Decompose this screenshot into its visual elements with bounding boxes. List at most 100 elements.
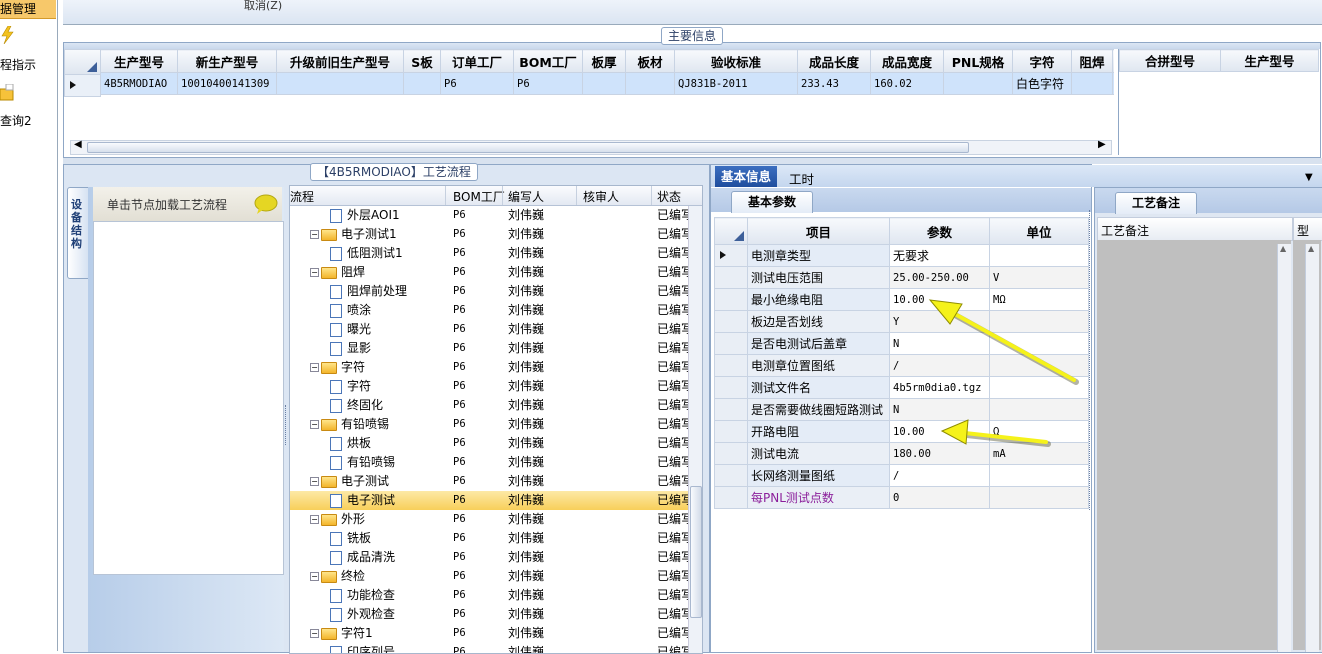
main-cell[interactable]: P6: [514, 73, 583, 95]
tree-node[interactable]: 低阻测试1P6刘伟巍已编写: [290, 244, 688, 263]
tree-node[interactable]: 有铅喷锡P6刘伟巍已编写: [290, 453, 688, 472]
tab-process-notes[interactable]: 工艺备注: [1115, 192, 1197, 214]
tree-node[interactable]: 外层AOI1P6刘伟巍已编写: [290, 206, 688, 225]
collapse-icon[interactable]: −: [310, 420, 319, 429]
tree-node[interactable]: 阻焊前处理P6刘伟巍已编写: [290, 282, 688, 301]
main-col-header[interactable]: PNL规格: [944, 50, 1013, 73]
main-col-header[interactable]: 终端客户代码: [1113, 50, 1115, 73]
collapse-icon[interactable]: −: [310, 268, 319, 277]
notes-vertical-scrollbar[interactable]: ▲: [1277, 244, 1291, 652]
row-header[interactable]: [715, 443, 748, 465]
row-pointer[interactable]: [64, 74, 101, 97]
tree-node[interactable]: 外观检查P6刘伟巍已编写: [290, 605, 688, 624]
scroll-thumb[interactable]: [690, 486, 702, 618]
col-item[interactable]: 项目: [748, 218, 890, 245]
main-col-header[interactable]: 字符: [1013, 50, 1072, 73]
tree-node[interactable]: 显影P6刘伟巍已编写: [290, 339, 688, 358]
scroll-left-icon[interactable]: ◀: [74, 139, 82, 150]
main-cell[interactable]: 4B5RMODIAO: [101, 73, 178, 95]
main-col-header[interactable]: 生产型号: [101, 50, 178, 73]
tree-node[interactable]: −字符1P6刘伟巍已编写: [290, 624, 688, 643]
main-cell[interactable]: [404, 73, 441, 95]
main-cell[interactable]: 10010400141309: [178, 73, 277, 95]
select-all-corner[interactable]: [64, 49, 101, 75]
main-cell[interactable]: QJ831B-2011: [675, 73, 798, 95]
tab-work-hours[interactable]: 工时: [789, 169, 814, 188]
tree-node[interactable]: −外形P6刘伟巍已编写: [290, 510, 688, 529]
param-value[interactable]: /: [890, 465, 990, 487]
col-status[interactable]: 状态: [657, 188, 681, 205]
main-cell[interactable]: [626, 73, 675, 95]
col-unit[interactable]: 单位: [990, 218, 1089, 245]
main-col-header[interactable]: 阻焊: [1072, 50, 1113, 73]
tree-node[interactable]: 功能检查P6刘伟巍已编写: [290, 586, 688, 605]
col-author[interactable]: 编写人: [508, 188, 544, 205]
dropdown-arrow-icon[interactable]: ▼: [1305, 172, 1313, 183]
main-col-header[interactable]: 板厚: [583, 50, 626, 73]
main-cell[interactable]: 233.43: [798, 73, 871, 95]
scroll-thumb[interactable]: [87, 142, 969, 153]
param-value[interactable]: 无要求: [890, 245, 990, 267]
scroll-up-icon[interactable]: ▲: [1308, 244, 1314, 253]
row-header[interactable]: [715, 377, 748, 399]
main-col-header[interactable]: 成品宽度: [871, 50, 944, 73]
col-process-notes[interactable]: 工艺备注: [1101, 222, 1149, 239]
subtab-basic-params[interactable]: 基本参数: [731, 191, 813, 213]
tree-node[interactable]: 烘板P6刘伟巍已编写: [290, 434, 688, 453]
col-reviewer[interactable]: 核审人: [583, 188, 619, 205]
main-cell[interactable]: P6: [441, 73, 514, 95]
tree-node[interactable]: −电子测试1P6刘伟巍已编写: [290, 225, 688, 244]
notes2-vertical-scrollbar[interactable]: ▲: [1305, 244, 1319, 652]
main-col-header[interactable]: 订单工厂: [441, 50, 514, 73]
col-type[interactable]: 型: [1297, 222, 1309, 239]
main-cell[interactable]: 160.02: [871, 73, 944, 95]
tree-node[interactable]: −电子测试P6刘伟巍已编写: [290, 472, 688, 491]
main-col-header[interactable]: 验收标准: [675, 50, 798, 73]
horizontal-scrollbar[interactable]: ◀ ▶: [70, 140, 1112, 155]
row-header[interactable]: [715, 245, 748, 267]
col-param[interactable]: 参数: [890, 218, 990, 245]
nav-item-process[interactable]: 程指示: [0, 56, 56, 73]
collapse-icon[interactable]: −: [310, 363, 319, 372]
collapse-icon[interactable]: −: [310, 629, 319, 638]
nav-item-query[interactable]: 查询2: [0, 112, 56, 129]
tree-node[interactable]: −阻焊P6刘伟巍已编写: [290, 263, 688, 282]
tree-vertical-scrollbar[interactable]: [688, 206, 702, 653]
nav-item-data-management[interactable]: 据管理: [0, 0, 56, 19]
row-header[interactable]: [715, 465, 748, 487]
scroll-right-icon[interactable]: ▶: [1098, 139, 1106, 150]
main-cell[interactable]: [277, 73, 404, 95]
row-header[interactable]: [715, 355, 748, 377]
param-value[interactable]: 0: [890, 487, 990, 509]
table-row[interactable]: 电测章类型无要求: [715, 245, 1089, 267]
notes-body[interactable]: [1097, 240, 1291, 650]
tree-node[interactable]: 铣板P6刘伟巍已编写: [290, 529, 688, 548]
tree-node[interactable]: −有铅喷锡P6刘伟巍已编写: [290, 415, 688, 434]
row-header[interactable]: [715, 311, 748, 333]
load-hint-bar[interactable]: 单击节点加载工艺流程: [93, 187, 282, 221]
tab-basic-info[interactable]: 基本信息: [715, 166, 777, 187]
param-value[interactable]: 25.00-250.00: [890, 267, 990, 289]
main-cell[interactable]: B5RM: [1113, 73, 1115, 95]
main-col-header[interactable]: S板: [404, 50, 441, 73]
collapse-icon[interactable]: −: [310, 515, 319, 524]
tree-node[interactable]: 成品清洗P6刘伟巍已编写: [290, 548, 688, 567]
cancel-button[interactable]: 取消(Z): [244, 0, 282, 13]
main-cell[interactable]: 白色字符: [1013, 73, 1072, 95]
main-col-header[interactable]: 板材: [626, 50, 675, 73]
collapse-icon[interactable]: −: [310, 477, 319, 486]
col-bom-factory[interactable]: BOM工厂: [453, 188, 505, 205]
main-col-header[interactable]: 成品长度: [798, 50, 871, 73]
col-flow[interactable]: 流程: [290, 188, 314, 205]
main-col-header[interactable]: 新生产型号: [178, 50, 277, 73]
tree-node[interactable]: 终固化P6刘伟巍已编写: [290, 396, 688, 415]
scroll-up-icon[interactable]: ▲: [1280, 244, 1286, 253]
main-col-header[interactable]: BOM工厂: [514, 50, 583, 73]
main-col-header[interactable]: 升级前旧生产型号: [277, 50, 404, 73]
select-all-corner[interactable]: [715, 218, 748, 245]
table-row[interactable]: 测试电压范围25.00-250.00V: [715, 267, 1089, 289]
collapse-icon[interactable]: −: [310, 230, 319, 239]
main-cell[interactable]: [583, 73, 626, 95]
tree-node[interactable]: 电子测试P6刘伟巍已编写: [290, 491, 688, 510]
main-cell[interactable]: [944, 73, 1013, 95]
